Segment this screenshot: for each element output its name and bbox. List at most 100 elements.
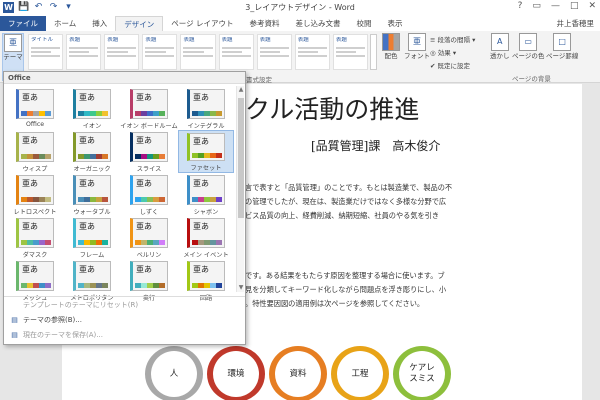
tab-page-layout[interactable]: ページ レイアウト <box>163 16 241 31</box>
theme-thumbnail: 亜あ <box>130 89 168 119</box>
scroll-up-icon[interactable]: ▲ <box>237 86 245 94</box>
theme-item[interactable]: 亜あ シャボン <box>178 173 234 216</box>
tab-mailings[interactable]: 差し込み文書 <box>288 16 349 31</box>
tab-home[interactable]: ホーム <box>46 16 84 31</box>
text-line: ビス品質の向上、経費削減、納期短縮、社員のやる気を引き <box>245 211 440 220</box>
reset-icon <box>10 301 19 310</box>
smartart-node[interactable]: 資料 <box>269 346 327 400</box>
style-set-item[interactable]: 表題 <box>142 34 178 70</box>
theme-name: フレーム <box>79 252 105 259</box>
watermark-button[interactable]: A 透かし <box>490 33 510 60</box>
style-set-item[interactable]: 表題 <box>104 34 140 70</box>
theme-sample-text: 亜あ <box>193 222 209 231</box>
theme-item[interactable]: 亜あ フレーム <box>64 216 120 259</box>
style-set-item[interactable]: タイトル <box>28 34 64 70</box>
theme-item[interactable]: 亜あ ウォータブル <box>64 173 120 216</box>
colors-button[interactable]: 配色 <box>382 33 400 60</box>
theme-sample-text: 亜あ <box>193 137 209 146</box>
smartart-node-label: 人 <box>151 351 197 397</box>
tab-review[interactable]: 校閲 <box>349 16 380 31</box>
theme-item[interactable]: 亜あ レトロスペクト <box>7 173 63 216</box>
style-set-item[interactable]: 表題 <box>294 34 330 70</box>
theme-item[interactable]: 亜あ ファセット <box>178 130 234 173</box>
style-set-item[interactable]: 表題 <box>218 34 254 70</box>
user-name[interactable]: 井上香穂里 <box>557 16 600 31</box>
scroll-thumb[interactable] <box>238 98 244 218</box>
set-default-button[interactable]: ✔ 既定に設定 <box>430 60 470 70</box>
minimize-icon[interactable]: — <box>551 1 560 11</box>
style-set-item[interactable]: 表題 <box>332 34 368 70</box>
gallery-scrollbar[interactable]: ▲ ▼ <box>236 86 244 292</box>
style-set-heading: 表題 <box>335 37 347 43</box>
theme-item[interactable]: 亜あ ウィスプ <box>7 130 63 173</box>
tab-file[interactable]: ファイル <box>0 16 46 31</box>
paragraph-spacing-icon: ≡ <box>430 36 438 44</box>
fonts-button[interactable]: 亜 フォント <box>404 33 430 60</box>
tab-insert[interactable]: 挿入 <box>84 16 115 31</box>
theme-item[interactable]: 亜あ ダマスク <box>7 216 63 259</box>
theme-thumbnail: 亜あ <box>73 132 111 162</box>
help-icon[interactable]: ? <box>518 1 523 11</box>
theme-grid: 亜あ Office 亜あ イオン 亜あ イオン ボードルーム 亜あ インテグラル 亜あ ウィスプ亜… <box>7 87 234 302</box>
style-set-heading: 表題 <box>69 37 81 43</box>
page-border-icon: □ <box>553 33 572 51</box>
theme-item[interactable]: 亜あ イオン <box>64 87 120 130</box>
theme-name: シャボン <box>193 209 219 216</box>
document-title[interactable]: クル活動の推進 <box>245 90 419 126</box>
theme-name: インテグラル <box>187 123 225 130</box>
body-paragraph[interactable]: 言で表すと「品質管理」のことです。もとは製造業で、製品の不 の管理でしたが、現在… <box>245 181 575 223</box>
colors-icon <box>382 33 400 51</box>
theme-thumbnail: 亜あ <box>187 89 225 119</box>
theme-name: ウォータブル <box>73 209 111 216</box>
document-author[interactable]: [品質管理]課 高木俊介 <box>311 137 440 154</box>
theme-thumbnail: 亜あ <box>73 175 111 205</box>
ribbon-group-label: 書式設定 <box>246 76 272 84</box>
theme-item[interactable]: 亜あ スライス <box>121 130 177 173</box>
title-bar: W 💾 ↶ ↷ ▾ 3_レイアウトデザイン - Word ? ▭ — □ ✕ <box>0 0 600 16</box>
paragraph-spacing-button[interactable]: ≡ 段落の間隔 ▾ <box>430 34 475 44</box>
theme-item[interactable]: 亜あ ベルリン <box>121 216 177 259</box>
smartart-node[interactable]: 人 <box>145 346 203 400</box>
smartart-node[interactable]: ケアレ スミス <box>393 346 451 400</box>
theme-item[interactable]: 亜あ インテグラル <box>178 87 234 130</box>
page-color-button[interactable]: ▭ ページの色 <box>512 33 544 60</box>
smartart-node[interactable]: 工程 <box>331 346 389 400</box>
tab-design[interactable]: デザイン <box>115 16 164 31</box>
smartart-node-label: 環境 <box>213 351 259 397</box>
divider <box>4 296 245 297</box>
theme-sample-text: 亜あ <box>193 265 209 274</box>
theme-thumbnail: 亜あ <box>73 218 111 248</box>
theme-name: ファセット <box>190 165 222 172</box>
theme-name: しずく <box>139 209 159 216</box>
theme-thumbnail: 亜あ <box>130 175 168 205</box>
tab-view[interactable]: 表示 <box>380 16 411 31</box>
style-set-item[interactable]: 表題 <box>66 34 102 70</box>
style-set-heading: タイトル <box>31 37 54 43</box>
save-theme-command[interactable]: ▤ 現在のテーマを保存(A)... <box>10 330 103 340</box>
ribbon-display-icon[interactable]: ▭ <box>532 1 541 11</box>
style-set-item[interactable]: 表題 <box>180 34 216 70</box>
browse-themes-command[interactable]: ▤ テーマの参照(B)... <box>10 315 82 325</box>
style-set-item[interactable]: 表題 <box>256 34 292 70</box>
page-border-button[interactable]: □ ページ罫線 <box>546 33 578 60</box>
effects-button[interactable]: ◎ 効果 ▾ <box>430 47 456 57</box>
body-paragraph[interactable]: です。ある結果をもたらす原因を整理する場合に使います。ブ 見を分類してキーワード… <box>245 269 575 311</box>
theme-sample-text: 亜あ <box>22 93 38 102</box>
maximize-icon[interactable]: □ <box>570 1 579 11</box>
theme-item[interactable]: 亜あ オーガニック <box>64 130 120 173</box>
scroll-down-icon[interactable]: ▼ <box>237 284 245 292</box>
theme-sample-text: 亜あ <box>79 265 95 274</box>
theme-item[interactable]: 亜あ しずく <box>121 173 177 216</box>
smartart-node-label: 工程 <box>337 351 383 397</box>
theme-item[interactable]: 亜あ Office <box>7 87 63 130</box>
theme-sample-text: 亜あ <box>193 179 209 188</box>
smartart-node[interactable]: 環境 <box>207 346 265 400</box>
reset-theme-command[interactable]: テンプレートのテーマにリセット(R) <box>10 300 138 310</box>
theme-item[interactable]: 亜あ メイン イベント <box>178 216 234 259</box>
theme-thumbnail: 亜あ <box>130 132 168 162</box>
theme-item[interactable]: 亜あ イオン ボードルーム <box>120 87 178 130</box>
tab-references[interactable]: 参考資料 <box>242 16 288 31</box>
style-set-scroll[interactable] <box>370 34 377 70</box>
close-icon[interactable]: ✕ <box>588 1 596 11</box>
theme-name: ベルリン <box>136 252 162 259</box>
